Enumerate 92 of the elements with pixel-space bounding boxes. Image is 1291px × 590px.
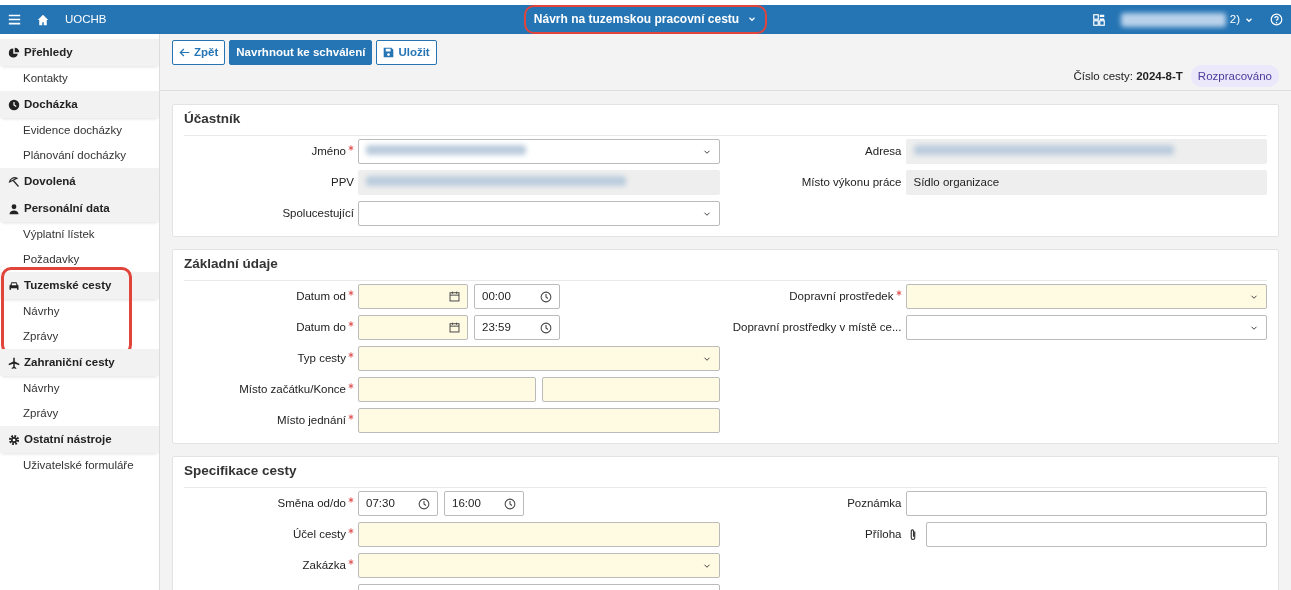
field-label: Typ cesty bbox=[297, 352, 354, 365]
back-button[interactable]: Zpět bbox=[172, 40, 226, 65]
sidebar-item[interactable]: Kontakty bbox=[0, 66, 159, 91]
section-title: Specifikace cesty bbox=[184, 461, 1267, 488]
clock-icon bbox=[418, 497, 430, 510]
field-label: Dopravní prostředek bbox=[789, 290, 902, 303]
required-icon bbox=[348, 559, 354, 566]
select-field[interactable] bbox=[905, 315, 1267, 340]
select-field[interactable] bbox=[358, 201, 720, 226]
file-field[interactable] bbox=[925, 522, 1267, 547]
sidebar-item[interactable]: Zprávy bbox=[0, 401, 159, 426]
time-field[interactable]: 07:30 bbox=[358, 491, 438, 516]
sidebar-section[interactable]: Docházka bbox=[0, 91, 159, 118]
field-label: Místo jednání bbox=[276, 414, 354, 427]
calendar-icon bbox=[449, 322, 460, 333]
sidebar-section[interactable]: Ostatní nástroje bbox=[0, 426, 159, 453]
trip-number: Číslo cesty: 2024-8-T bbox=[1073, 68, 1183, 84]
home-icon[interactable] bbox=[37, 13, 49, 26]
field-label: Zakázka bbox=[302, 559, 354, 572]
select-field[interactable] bbox=[905, 284, 1267, 309]
required-icon bbox=[348, 145, 354, 152]
sidebar-section[interactable]: Přehledy bbox=[0, 39, 159, 66]
input-field[interactable] bbox=[541, 377, 720, 402]
field-label: Datum od bbox=[296, 290, 354, 303]
required-icon bbox=[348, 290, 354, 297]
time-field[interactable]: 23:59 bbox=[474, 315, 560, 340]
input-field[interactable] bbox=[358, 377, 536, 402]
clock-icon bbox=[540, 290, 552, 303]
field-label: Směna od/do bbox=[277, 497, 354, 510]
clock-icon bbox=[540, 321, 552, 334]
airplane-icon bbox=[8, 356, 20, 369]
grid-icon[interactable] bbox=[1092, 13, 1105, 26]
sidebar-item[interactable]: Uživatelské formuláře bbox=[0, 453, 159, 478]
select-field[interactable] bbox=[358, 346, 720, 371]
required-icon bbox=[348, 414, 354, 421]
required-icon bbox=[348, 321, 354, 328]
field-label: PPV bbox=[331, 176, 354, 189]
clock-icon bbox=[8, 98, 20, 111]
submit-button[interactable]: Navrhnout ke schválení bbox=[229, 40, 373, 65]
sidebar-item[interactable]: Výplatní lístek bbox=[0, 222, 159, 247]
sidebar-item[interactable]: Návrhy bbox=[0, 376, 159, 401]
field-label: Poznámka bbox=[847, 497, 902, 510]
pie-chart-icon bbox=[8, 46, 20, 59]
field-label: Příloha bbox=[865, 528, 902, 541]
select-field[interactable] bbox=[358, 139, 720, 164]
time-field[interactable]: 00:00 bbox=[474, 284, 560, 309]
sidebar-item[interactable]: Evidence docházky bbox=[0, 118, 159, 143]
input-field[interactable] bbox=[905, 491, 1267, 516]
save-icon bbox=[383, 47, 395, 58]
user-menu[interactable]: 2) bbox=[1120, 11, 1254, 28]
sidebar-section[interactable]: Zahraniční cesty bbox=[0, 349, 159, 376]
clock-icon bbox=[504, 497, 516, 510]
select-field[interactable] bbox=[358, 553, 720, 578]
page-title-dropdown[interactable]: Návrh na tuzemskou pracovní cestu bbox=[523, 5, 768, 34]
status-badge: Rozpracováno bbox=[1190, 64, 1279, 88]
sidebar-item[interactable]: Požadavky bbox=[0, 247, 159, 272]
field-label: Adresa bbox=[865, 145, 902, 158]
required-icon bbox=[348, 383, 354, 390]
input-field[interactable] bbox=[358, 522, 720, 547]
field-label: Spolucestující bbox=[282, 207, 354, 220]
field-label: Jméno bbox=[311, 145, 354, 158]
field-label: Účel cesty bbox=[292, 528, 354, 541]
help-icon[interactable] bbox=[1270, 13, 1283, 26]
field-label: Dopravní prostředky v místě ce... bbox=[732, 321, 902, 334]
sidebar-section[interactable]: Personální data bbox=[0, 195, 159, 222]
sidebar-item[interactable]: Návrhy bbox=[0, 299, 159, 324]
calendar-icon bbox=[449, 291, 460, 302]
sidebar-section[interactable]: Tuzemské cesty bbox=[0, 272, 159, 299]
menu-icon[interactable] bbox=[8, 13, 21, 26]
person-icon bbox=[8, 202, 20, 215]
time-field[interactable]: 16:00 bbox=[444, 491, 524, 516]
date-field[interactable] bbox=[358, 315, 468, 340]
arrow-left-icon bbox=[179, 47, 190, 58]
required-icon bbox=[348, 528, 354, 535]
sidebar-item[interactable]: Zprávy bbox=[0, 324, 159, 349]
readonly-field: Sídlo organizace bbox=[905, 170, 1267, 195]
gear-icon bbox=[8, 433, 20, 446]
required-icon bbox=[348, 497, 354, 504]
sidebar-section[interactable]: Dovolená bbox=[0, 168, 159, 195]
car-icon bbox=[8, 279, 20, 292]
required-icon bbox=[348, 352, 354, 359]
app-name[interactable]: UOCHB bbox=[65, 11, 107, 28]
field-label: Datum do bbox=[296, 321, 354, 334]
section-title: Účastník bbox=[184, 109, 1267, 136]
field-label: Místo výkonu práce bbox=[801, 176, 902, 189]
save-button[interactable]: Uložit bbox=[376, 40, 437, 65]
required-icon bbox=[895, 290, 902, 297]
input-field[interactable] bbox=[358, 408, 720, 433]
date-field[interactable] bbox=[358, 284, 468, 309]
field-label: Místo začátku/Konce bbox=[239, 383, 354, 396]
sidebar-item[interactable]: Plánování docházky bbox=[0, 143, 159, 168]
section-title: Základní údaje bbox=[184, 254, 1267, 281]
